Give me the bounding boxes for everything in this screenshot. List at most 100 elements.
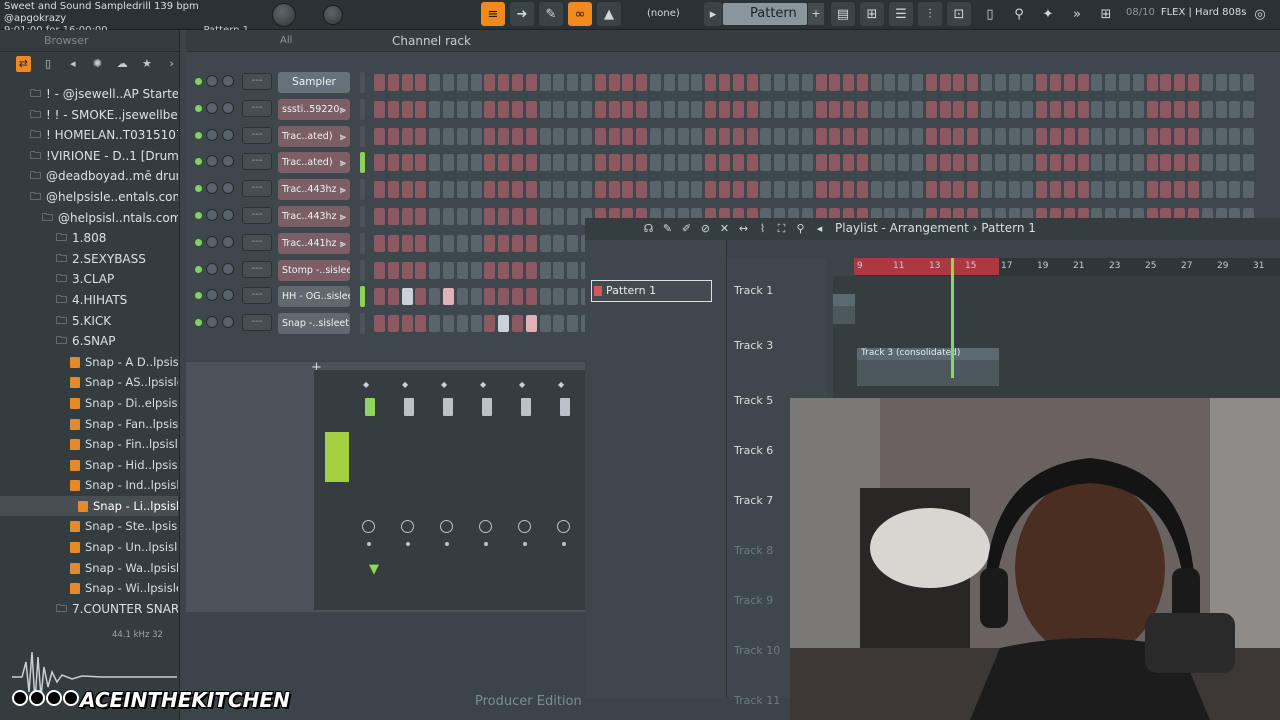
step-button[interactable] [636, 154, 648, 172]
step-button[interactable] [387, 100, 399, 118]
step-button[interactable] [1188, 154, 1200, 172]
channel-mixer-track[interactable]: --- [242, 73, 272, 90]
step-button[interactable] [401, 261, 413, 279]
step-button[interactable] [898, 154, 910, 172]
step-button[interactable] [608, 181, 620, 199]
step-button[interactable] [1243, 74, 1255, 91]
step-button[interactable] [636, 127, 648, 145]
step-button[interactable] [829, 181, 841, 199]
step-button[interactable] [580, 74, 592, 91]
step-button[interactable] [567, 181, 579, 199]
step-button[interactable] [691, 74, 703, 91]
step-button[interactable] [539, 154, 551, 172]
step-button[interactable] [622, 74, 634, 91]
step-button[interactable] [884, 74, 896, 91]
step-button[interactable] [1105, 100, 1117, 118]
step-button[interactable] [939, 74, 951, 91]
step-button[interactable] [442, 288, 454, 306]
step-button[interactable] [429, 100, 441, 118]
step-button[interactable] [442, 261, 454, 279]
step-button[interactable] [1243, 127, 1255, 145]
mixer-fader[interactable] [443, 398, 453, 416]
step-button[interactable] [912, 154, 924, 172]
channel-select-indicator[interactable] [360, 179, 365, 201]
channel-mute-led[interactable] [195, 265, 202, 273]
step-button[interactable] [429, 127, 441, 145]
step-button[interactable] [663, 74, 675, 91]
step-button[interactable] [843, 127, 855, 145]
step-button[interactable] [787, 127, 799, 145]
step-button[interactable] [1022, 100, 1034, 118]
mixer-route-icon[interactable]: ◆ [441, 380, 447, 389]
mixer-route-icon[interactable]: ◆ [402, 380, 408, 389]
track-header[interactable]: Track 7 [734, 494, 773, 507]
step-button[interactable] [470, 181, 482, 199]
step-button[interactable] [829, 127, 841, 145]
step-button[interactable] [663, 154, 675, 172]
step-button[interactable] [580, 181, 592, 199]
step-button[interactable] [898, 100, 910, 118]
step-button[interactable] [870, 181, 882, 199]
channel-mixer-track[interactable]: --- [242, 314, 272, 332]
step-button[interactable] [1063, 154, 1075, 172]
step-button[interactable] [470, 234, 482, 252]
step-button[interactable] [636, 181, 648, 199]
step-button[interactable] [511, 208, 523, 225]
browser-file[interactable]: Snap - Fin..lpsisleet [0, 434, 178, 455]
mixer-pan-knob[interactable] [557, 520, 570, 533]
step-button[interactable] [856, 127, 868, 145]
channel-volume-knob[interactable] [222, 75, 234, 87]
step-button[interactable] [1229, 181, 1241, 199]
browser-star-icon[interactable]: ★ [140, 56, 155, 72]
step-button[interactable] [732, 100, 744, 118]
step-button[interactable] [856, 154, 868, 172]
step-button[interactable] [677, 100, 689, 118]
step-button[interactable] [580, 154, 592, 172]
step-button[interactable] [594, 74, 606, 91]
step-button[interactable] [843, 74, 855, 91]
step-button[interactable] [553, 181, 565, 199]
step-button[interactable] [470, 208, 482, 225]
step-button[interactable] [429, 234, 441, 252]
step-button[interactable] [1243, 154, 1255, 172]
step-button[interactable] [939, 100, 951, 118]
step-button[interactable] [691, 181, 703, 199]
step-button[interactable] [442, 181, 454, 199]
step-button[interactable] [484, 127, 496, 145]
mixer-fader[interactable] [482, 398, 492, 416]
channel-select-indicator[interactable] [360, 232, 365, 254]
step-button[interactable] [1201, 74, 1213, 91]
step-button[interactable] [456, 74, 468, 91]
step-button[interactable] [539, 234, 551, 252]
step-button[interactable] [1050, 181, 1062, 199]
step-button[interactable] [1105, 154, 1117, 172]
step-button[interactable] [801, 100, 813, 118]
browser-folder[interactable]: 1.808 [0, 228, 178, 249]
step-button[interactable] [1229, 74, 1241, 91]
step-button[interactable] [1119, 74, 1131, 91]
mixer-send-dot[interactable] [523, 542, 527, 546]
channel-pan-knob[interactable] [206, 182, 218, 195]
step-button[interactable] [374, 208, 385, 225]
step-button[interactable] [484, 261, 496, 279]
step-button[interactable] [1174, 100, 1186, 118]
mixer-route-icon[interactable]: ◆ [480, 380, 486, 389]
step-button[interactable] [401, 100, 413, 118]
step-button[interactable] [856, 100, 868, 118]
step-button[interactable] [553, 234, 565, 252]
step-button[interactable] [774, 154, 786, 172]
step-button[interactable] [498, 100, 510, 118]
step-button[interactable] [898, 181, 910, 199]
step-button[interactable] [567, 288, 579, 306]
step-button[interactable] [1243, 181, 1255, 199]
step-button[interactable] [718, 154, 730, 172]
step-button[interactable] [870, 100, 882, 118]
step-button[interactable] [856, 74, 868, 91]
step-button[interactable] [718, 100, 730, 118]
step-button[interactable] [1188, 181, 1200, 199]
step-button[interactable] [649, 181, 661, 199]
select-tool-icon[interactable]: ⛶ [774, 220, 789, 238]
browser-file[interactable]: Snap - Ste..lpsisleet [0, 516, 178, 537]
step-button[interactable] [470, 154, 482, 172]
step-button[interactable] [622, 100, 634, 118]
